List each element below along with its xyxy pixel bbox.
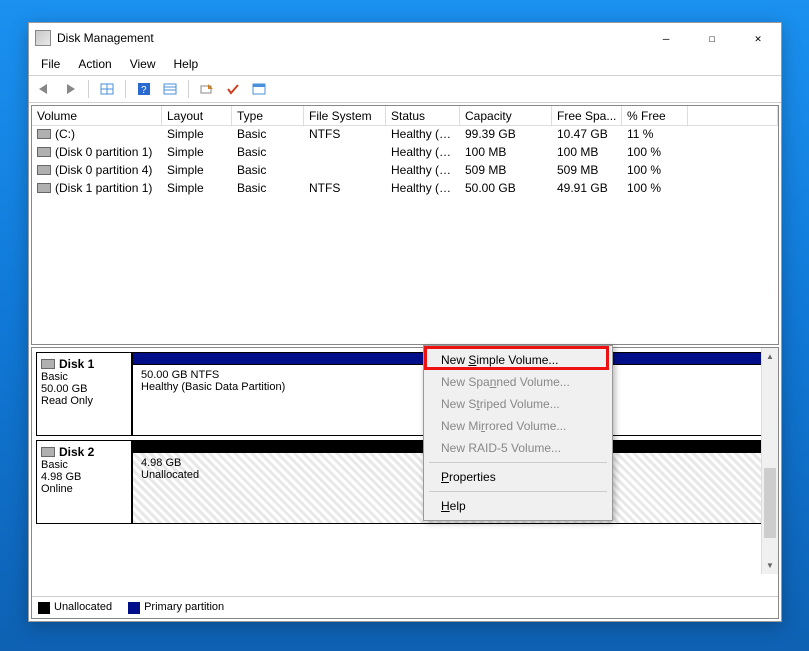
disk-info[interactable]: Disk 2 Basic 4.98 GB Online bbox=[36, 440, 132, 524]
volume-list: Volume Layout Type File System Status Ca… bbox=[31, 105, 779, 345]
toolbar-grid-icon[interactable] bbox=[96, 78, 118, 100]
disk-title: Disk 1 bbox=[59, 357, 94, 371]
volume-icon bbox=[37, 129, 51, 139]
ctx-new-striped-volume: New Striped Volume... bbox=[427, 393, 609, 415]
col-filesystem[interactable]: File System bbox=[304, 106, 386, 125]
disk-info[interactable]: Disk 1 Basic 50.00 GB Read Only bbox=[36, 352, 132, 436]
disk-title: Disk 2 bbox=[59, 445, 94, 459]
window: Disk Management — ☐ ✕ File Action View H… bbox=[28, 22, 782, 622]
table-row[interactable]: (Disk 0 partition 4)SimpleBasicHealthy (… bbox=[32, 162, 778, 180]
app-icon bbox=[35, 30, 51, 46]
scroll-down-button[interactable]: ▼ bbox=[762, 557, 778, 574]
disk-size: 50.00 GB bbox=[41, 383, 87, 395]
menu-action[interactable]: Action bbox=[70, 55, 119, 73]
col-volume[interactable]: Volume bbox=[32, 106, 162, 125]
disk-icon bbox=[41, 359, 55, 369]
col-layout[interactable]: Layout bbox=[162, 106, 232, 125]
table-row[interactable]: (Disk 1 partition 1)SimpleBasicNTFSHealt… bbox=[32, 180, 778, 198]
disk-type: Basic bbox=[41, 459, 68, 471]
ctx-new-mirrored-volume: New Mirrored Volume... bbox=[427, 415, 609, 437]
legend-primary: Primary partition bbox=[144, 601, 224, 613]
menu-file[interactable]: File bbox=[33, 55, 68, 73]
volume-icon bbox=[37, 183, 51, 193]
maximize-button[interactable]: ☐ bbox=[689, 23, 735, 53]
titlebar: Disk Management — ☐ ✕ bbox=[29, 23, 781, 53]
volume-icon bbox=[37, 165, 51, 175]
col-capacity[interactable]: Capacity bbox=[460, 106, 552, 125]
ctx-properties[interactable]: Properties bbox=[427, 466, 609, 488]
svg-text:?: ? bbox=[141, 85, 147, 96]
disk-graphical-view: Disk 1 Basic 50.00 GB Read Only 50.00 GB… bbox=[31, 347, 779, 619]
ctx-new-raid5-volume: New RAID-5 Volume... bbox=[427, 437, 609, 459]
col-freespace[interactable]: Free Spa... bbox=[552, 106, 622, 125]
back-button[interactable] bbox=[33, 78, 55, 100]
forward-button[interactable] bbox=[59, 78, 81, 100]
menubar: File Action View Help bbox=[29, 53, 781, 75]
disk-row: Disk 2 Basic 4.98 GB Online 4.98 GB Unal… bbox=[36, 440, 774, 524]
menu-view[interactable]: View bbox=[122, 55, 164, 73]
disk-row: Disk 1 Basic 50.00 GB Read Only 50.00 GB… bbox=[36, 352, 774, 436]
volume-list-header: Volume Layout Type File System Status Ca… bbox=[32, 106, 778, 126]
toolbar-action1-icon[interactable] bbox=[196, 78, 218, 100]
scroll-thumb[interactable] bbox=[764, 468, 776, 538]
table-row[interactable]: (C:)SimpleBasicNTFSHealthy (B...99.39 GB… bbox=[32, 126, 778, 144]
col-status[interactable]: Status bbox=[386, 106, 460, 125]
context-menu: New Simple Volume... New Spanned Volume.… bbox=[423, 345, 613, 521]
ctx-new-simple-volume[interactable]: New Simple Volume... bbox=[427, 349, 609, 371]
toolbar-list-icon[interactable] bbox=[159, 78, 181, 100]
menu-help[interactable]: Help bbox=[166, 55, 207, 73]
toolbar-window-icon[interactable] bbox=[248, 78, 270, 100]
help-icon[interactable]: ? bbox=[133, 78, 155, 100]
volume-icon bbox=[37, 147, 51, 157]
disk-type: Basic bbox=[41, 371, 68, 383]
toolbar-check-icon[interactable] bbox=[222, 78, 244, 100]
close-button[interactable]: ✕ bbox=[735, 23, 781, 53]
legend-unallocated: Unallocated bbox=[54, 601, 112, 613]
col-type[interactable]: Type bbox=[232, 106, 304, 125]
col-spare[interactable] bbox=[688, 106, 778, 125]
disk-state: Read Only bbox=[41, 395, 93, 407]
window-title: Disk Management bbox=[57, 31, 643, 45]
disk-state: Online bbox=[41, 483, 73, 495]
disk-size: 4.98 GB bbox=[41, 471, 81, 483]
disk-icon bbox=[41, 447, 55, 457]
toolbar: ? bbox=[29, 75, 781, 103]
minimize-button[interactable]: — bbox=[643, 23, 689, 53]
col-pctfree[interactable]: % Free bbox=[622, 106, 688, 125]
scroll-up-button[interactable]: ▲ bbox=[762, 348, 778, 365]
ctx-new-spanned-volume: New Spanned Volume... bbox=[427, 371, 609, 393]
table-row[interactable]: (Disk 0 partition 1)SimpleBasicHealthy (… bbox=[32, 144, 778, 162]
legend: Unallocated Primary partition bbox=[32, 596, 778, 618]
vertical-scrollbar[interactable]: ▲ ▼ bbox=[761, 348, 778, 574]
ctx-help[interactable]: Help bbox=[427, 495, 609, 517]
